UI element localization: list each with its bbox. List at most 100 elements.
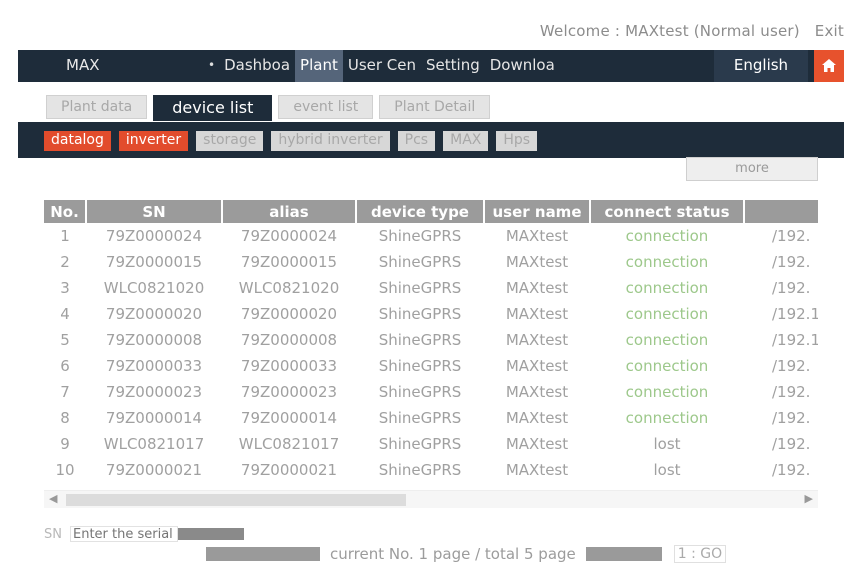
cell-ip: /192. <box>772 279 811 297</box>
cell-device-type: ShineGPRS <box>378 357 462 375</box>
device-table-container: No. SN alias device type user name conne… <box>44 200 818 490</box>
language-selector[interactable]: English <box>714 50 808 82</box>
home-icon <box>822 59 836 72</box>
cell-user-name: MAXtest <box>505 305 569 323</box>
nav-dashboard[interactable]: Dashboa <box>219 50 295 82</box>
cell-alias: 79Z0000024 <box>240 227 338 245</box>
cell-sn: WLC0821020 <box>103 279 205 297</box>
cell-user-name: MAXtest <box>505 357 569 375</box>
cell-alias: 79Z0000015 <box>240 253 338 271</box>
cell-no: 9 <box>60 435 70 453</box>
cell-ip: /192. <box>772 461 811 479</box>
table-row[interactable]: 4 79Z0000020 79Z0000020 ShineGPRS MAXtest con… <box>44 301 818 327</box>
tab-device-list[interactable]: device list <box>153 95 273 121</box>
cell-user-name: MAXtest <box>505 279 569 297</box>
cell-no: 4 <box>60 305 70 323</box>
scrollbar-thumb[interactable] <box>66 494 406 506</box>
cell-user-name: MAXtest <box>505 435 569 453</box>
nav-user-center[interactable]: User Cen <box>343 50 421 82</box>
cell-connect-status: connection <box>625 305 709 323</box>
cell-connect-status: connection <box>625 227 709 245</box>
tab-datalog[interactable]: datalog <box>44 131 111 151</box>
nav-plant[interactable]: Plant <box>295 50 343 82</box>
table-row[interactable]: 7 79Z0000023 79Z0000023 ShineGPRS MAXtest con… <box>44 379 818 405</box>
cell-sn: WLC0821017 <box>103 435 205 453</box>
pagination: current No. 1 page / total 5 page 1 : GO <box>206 544 727 564</box>
column-header-ip[interactable] <box>744 200 818 223</box>
welcome-bar: Welcome : MAXtest (Normal user) Exit <box>530 22 844 40</box>
table-row[interactable]: 2 79Z0000015 79Z0000015 ShineGPRS MAXtest con… <box>44 249 818 275</box>
table-row[interactable]: 8 79Z0000014 79Z0000014 ShineGPRS MAXtest con… <box>44 405 818 431</box>
brand-logo: MAX <box>66 56 100 74</box>
cell-no: 8 <box>60 409 70 427</box>
cell-sn: 79Z0000008 <box>105 331 203 349</box>
cell-device-type: ShineGPRS <box>378 409 462 427</box>
tab-pcs[interactable]: Pcs <box>397 131 436 151</box>
table-row[interactable]: 3 WLC0821020 WLC0821020 ShineGPRS MAXtest con… <box>44 275 818 301</box>
cell-device-type: ShineGPRS <box>378 253 462 271</box>
table-row[interactable]: 9 WLC0821017 WLC0821017 ShineGPRS MAXtest los… <box>44 431 818 457</box>
cell-user-name: MAXtest <box>505 461 569 479</box>
cell-no: 2 <box>60 253 70 271</box>
table-row[interactable]: 10 79Z0000021 79Z0000021 ShineGPRS MAXtest lo… <box>44 457 818 483</box>
nav-setting[interactable]: Setting <box>421 50 485 82</box>
exit-link[interactable]: Exit <box>815 22 844 40</box>
next-page-button[interactable] <box>585 547 662 561</box>
cell-sn: 79Z0000014 <box>105 409 203 427</box>
tab-hybrid-inverter[interactable]: hybrid inverter <box>271 131 390 151</box>
cell-no: 3 <box>60 279 70 297</box>
cell-device-type: ShineGPRS <box>378 435 462 453</box>
table-row[interactable]: 1 79Z0000024 79Z0000024 ShineGPRS MAXtest con… <box>44 223 818 249</box>
cell-ip: /192. <box>772 435 811 453</box>
cell-user-name: MAXtest <box>505 409 569 427</box>
scroll-left-icon[interactable]: ◀ <box>49 492 57 505</box>
scroll-right-icon[interactable]: ▶ <box>805 492 813 505</box>
more-button[interactable]: more <box>686 157 818 181</box>
page-info: current No. 1 page / total 5 page <box>330 545 576 563</box>
cell-connect-status: connection <box>625 253 709 271</box>
cell-no: 5 <box>60 331 70 349</box>
cell-alias: WLC0821020 <box>238 279 340 297</box>
cell-user-name: MAXtest <box>505 383 569 401</box>
cell-ip: /192. <box>772 253 811 271</box>
first-page-button[interactable] <box>206 547 320 561</box>
tab-plant-detail[interactable]: Plant Detail <box>379 95 491 119</box>
cell-sn: 79Z0000023 <box>105 383 203 401</box>
cell-ip: /192. <box>772 227 811 245</box>
column-header-no[interactable]: No. <box>44 200 87 223</box>
nav-dot-icon: • <box>208 58 216 72</box>
cell-ip: /192.16 <box>772 331 818 349</box>
column-header-user-name[interactable]: user name <box>484 200 591 223</box>
cell-no: 7 <box>60 383 70 401</box>
column-header-alias[interactable]: alias <box>222 200 357 223</box>
tab-max[interactable]: MAX <box>443 131 489 151</box>
cell-ip: /192. <box>772 357 811 375</box>
search-button[interactable] <box>177 528 244 540</box>
cell-alias: 79Z0000021 <box>240 461 338 479</box>
table-row[interactable]: 5 79Z0000008 79Z0000008 ShineGPRS MAXtest con… <box>44 327 818 353</box>
cell-no: 6 <box>60 357 70 375</box>
tab-inverter[interactable]: inverter <box>118 131 189 151</box>
column-header-connect-status[interactable]: connect status <box>590 200 745 223</box>
cell-no: 10 <box>55 461 75 479</box>
horizontal-scrollbar[interactable]: ◀ ▶ <box>44 490 818 508</box>
table-row[interactable]: 6 79Z0000033 79Z0000033 ShineGPRS MAXtest con… <box>44 353 818 379</box>
tab-hps[interactable]: Hps <box>496 131 538 151</box>
tab-plant-data[interactable]: Plant data <box>46 95 148 119</box>
device-type-bar: datalog inverter storage hybrid inverter… <box>18 122 844 158</box>
cell-connect-status: connection <box>625 279 709 297</box>
home-button[interactable] <box>814 50 844 82</box>
search-label: SN <box>44 526 62 542</box>
device-table: No. SN alias device type user name conne… <box>44 200 818 483</box>
nav-download[interactable]: Downloa <box>485 50 560 82</box>
serial-search-input[interactable] <box>69 526 178 542</box>
search-row: SN <box>44 526 244 542</box>
column-header-device-type[interactable]: device type <box>356 200 485 223</box>
cell-ip: /192. <box>772 409 811 427</box>
tab-event-list[interactable]: event list <box>278 95 374 119</box>
cell-sn: 79Z0000033 <box>105 357 203 375</box>
tab-storage[interactable]: storage <box>196 131 264 151</box>
page-goto-input[interactable]: 1 : GO <box>673 545 727 563</box>
column-header-sn[interactable]: SN <box>86 200 223 223</box>
cell-sn: 79Z0000021 <box>105 461 203 479</box>
